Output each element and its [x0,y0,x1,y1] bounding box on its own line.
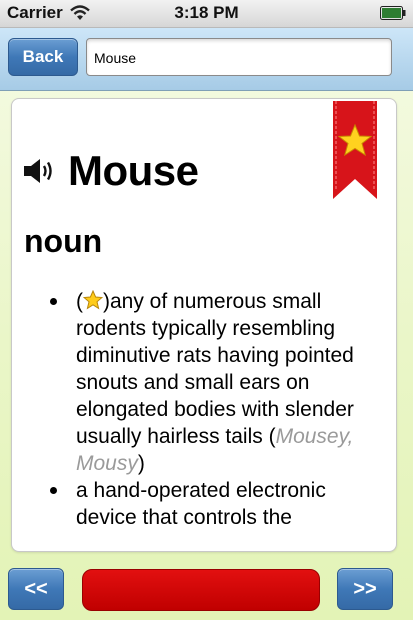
definition-card: Mouse noun ()any of numerous small roden… [11,98,397,552]
top-toolbar: Back Mouse [0,28,413,91]
next-button[interactable]: >> [337,568,393,610]
red-action-button[interactable] [82,569,320,611]
favorite-star-icon[interactable] [83,290,103,310]
speaker-icon[interactable] [22,156,56,186]
bottom-toolbar: << >> [0,560,413,620]
battery-icon [380,6,406,20]
previous-button[interactable]: << [8,568,64,610]
status-bar: Carrier 3:18 PM [0,0,413,28]
definition-item: a hand-operated electronic device that c… [50,477,390,531]
back-button[interactable]: Back [8,38,78,76]
part-of-speech: noun [24,223,103,259]
bookmark-ribbon-icon[interactable] [333,101,377,199]
search-input[interactable]: Mouse [86,38,392,76]
definition-list: ()any of numerous small rodents typicall… [50,288,390,531]
headword-row: Mouse [22,145,199,197]
status-time: 3:18 PM [174,3,239,22]
headword: Mouse [68,147,199,194]
definition-item: ()any of numerous small rodents typicall… [50,288,390,477]
